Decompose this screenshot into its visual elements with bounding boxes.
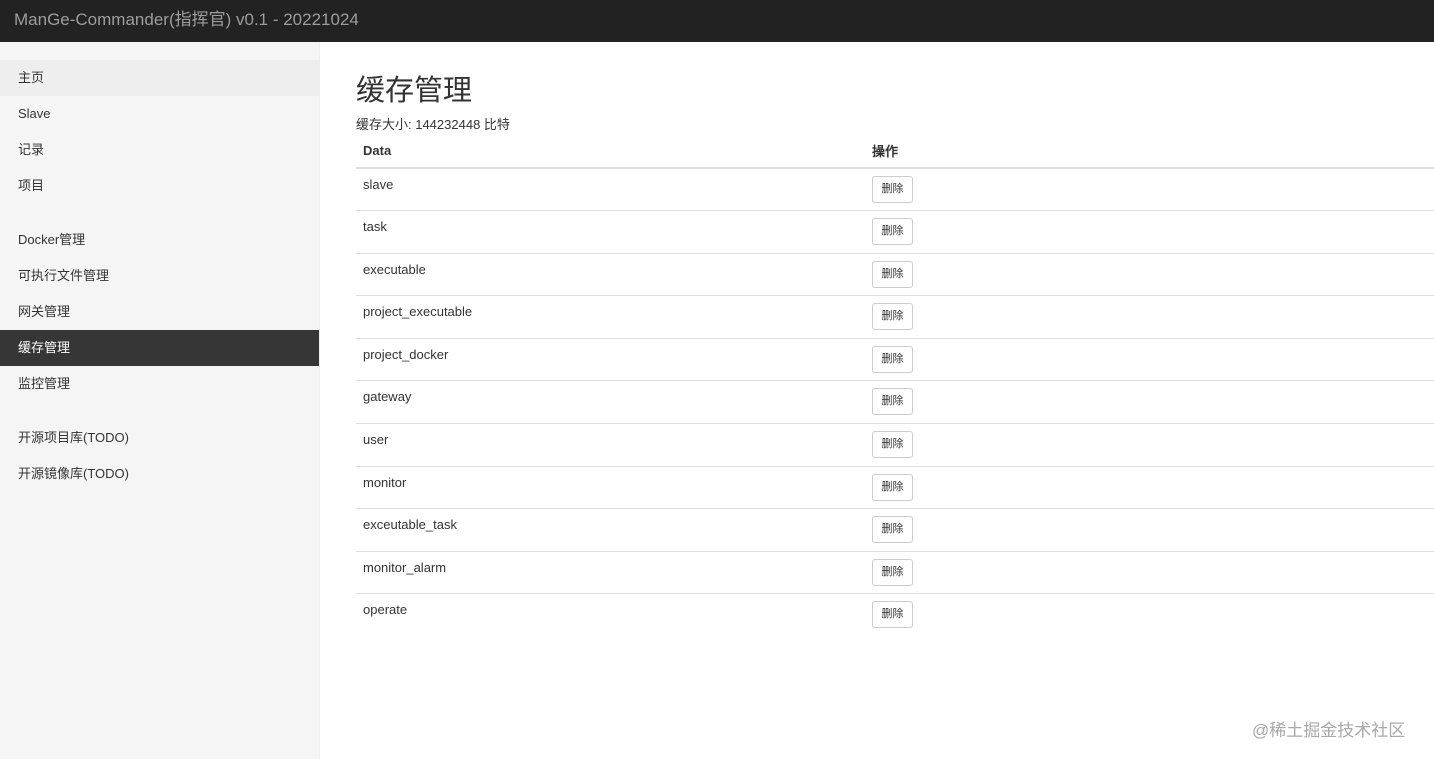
sidebar-item-opensource-images[interactable]: 开源镜像库(TODO) (0, 456, 319, 492)
row-actions: 删除 (865, 466, 1434, 510)
page-title: 缓存管理 (356, 75, 473, 107)
cache-key: project_executable (356, 295, 865, 339)
delete-button[interactable]: 删除 (872, 516, 913, 544)
sidebar-item-records[interactable]: 记录 (0, 132, 319, 168)
sidebar-item-slave[interactable]: Slave (0, 96, 319, 132)
sidebar-item-docker[interactable]: Docker管理 (0, 222, 319, 258)
delete-button[interactable]: 删除 (872, 431, 913, 459)
cache-key: executable (356, 253, 865, 297)
sidebar-group-management: Docker管理 可执行文件管理 网关管理 缓存管理 监控管理 (0, 222, 319, 402)
row-actions: 删除 (865, 168, 1434, 212)
delete-button[interactable]: 删除 (872, 388, 913, 416)
row-actions: 删除 (865, 253, 1434, 297)
delete-button[interactable]: 删除 (872, 303, 913, 331)
table-row: task 删除 (356, 210, 1434, 254)
sidebar-group-main: 主页 Slave 记录 项目 (0, 60, 319, 204)
column-header-data: Data (356, 134, 865, 169)
delete-button[interactable]: 删除 (872, 558, 913, 586)
delete-button[interactable]: 删除 (872, 176, 913, 203)
table-header-row: Data 操作 (356, 134, 1434, 169)
row-actions: 删除 (865, 380, 1434, 425)
table-row: monitor 删除 (356, 466, 1434, 510)
watermark: @稀土掘金技术社区 (1252, 721, 1406, 740)
table-row: gateway 删除 (356, 380, 1434, 425)
table-row: operate 删除 (356, 594, 1434, 637)
delete-button[interactable]: 删除 (872, 260, 913, 288)
delete-button[interactable]: 删除 (872, 601, 913, 629)
cache-key: project_docker (356, 338, 865, 382)
sidebar-item-monitor[interactable]: 监控管理 (0, 366, 319, 402)
sidebar-item-projects[interactable]: 项目 (0, 168, 319, 204)
sidebar-item-gateway[interactable]: 网关管理 (0, 294, 319, 330)
row-actions: 删除 (865, 508, 1434, 552)
cache-size-label: 缓存大小: 144232448 比特 (356, 117, 510, 132)
row-actions: 删除 (865, 594, 1434, 637)
cache-key: slave (356, 168, 865, 212)
table-row: exceutable_task 删除 (356, 508, 1434, 552)
sidebar-group-opensource: 开源项目库(TODO) 开源镜像库(TODO) (0, 420, 319, 492)
sidebar: 主页 Slave 记录 项目 Docker管理 可执行文件管理 网关管理 缓存管… (0, 42, 320, 759)
table-row: executable 删除 (356, 253, 1434, 297)
sidebar-item-executables[interactable]: 可执行文件管理 (0, 258, 319, 294)
delete-button[interactable]: 删除 (872, 473, 913, 501)
app-title[interactable]: ManGe-Commander(指挥官) v0.1 - 20221024 (14, 10, 359, 30)
column-header-actions: 操作 (865, 134, 1434, 169)
cache-key: task (356, 210, 865, 254)
row-actions: 删除 (865, 423, 1434, 467)
row-actions: 删除 (865, 210, 1434, 254)
row-actions: 删除 (865, 551, 1434, 595)
table-row: project_docker 删除 (356, 338, 1434, 382)
cache-key: user (356, 423, 865, 467)
sidebar-item-cache[interactable]: 缓存管理 (0, 330, 319, 366)
sidebar-item-opensource-projects[interactable]: 开源项目库(TODO) (0, 420, 319, 456)
cache-key: exceutable_task (356, 508, 865, 552)
row-actions: 删除 (865, 295, 1434, 339)
table-row: project_executable 删除 (356, 295, 1434, 339)
table-body: slave 删除 task 删除 executable 删除 project_e… (356, 168, 1434, 637)
sidebar-item-home[interactable]: 主页 (0, 60, 319, 96)
delete-button[interactable]: 删除 (872, 218, 913, 246)
cache-key: monitor_alarm (356, 551, 865, 595)
row-actions: 删除 (865, 338, 1434, 382)
table-row: monitor_alarm 删除 (356, 551, 1434, 595)
cache-key: operate (363, 602, 408, 618)
table-row: slave 删除 (356, 168, 1434, 212)
table-row: user 删除 (356, 423, 1434, 467)
top-navbar: ManGe-Commander(指挥官) v0.1 - 20221024 (0, 0, 1434, 42)
cache-table: Data 操作 slave 删除 task 删除 executable 删除 p… (356, 134, 1434, 637)
cache-key: gateway (356, 380, 865, 425)
cache-key: monitor (356, 466, 865, 510)
delete-button[interactable]: 删除 (872, 345, 913, 373)
